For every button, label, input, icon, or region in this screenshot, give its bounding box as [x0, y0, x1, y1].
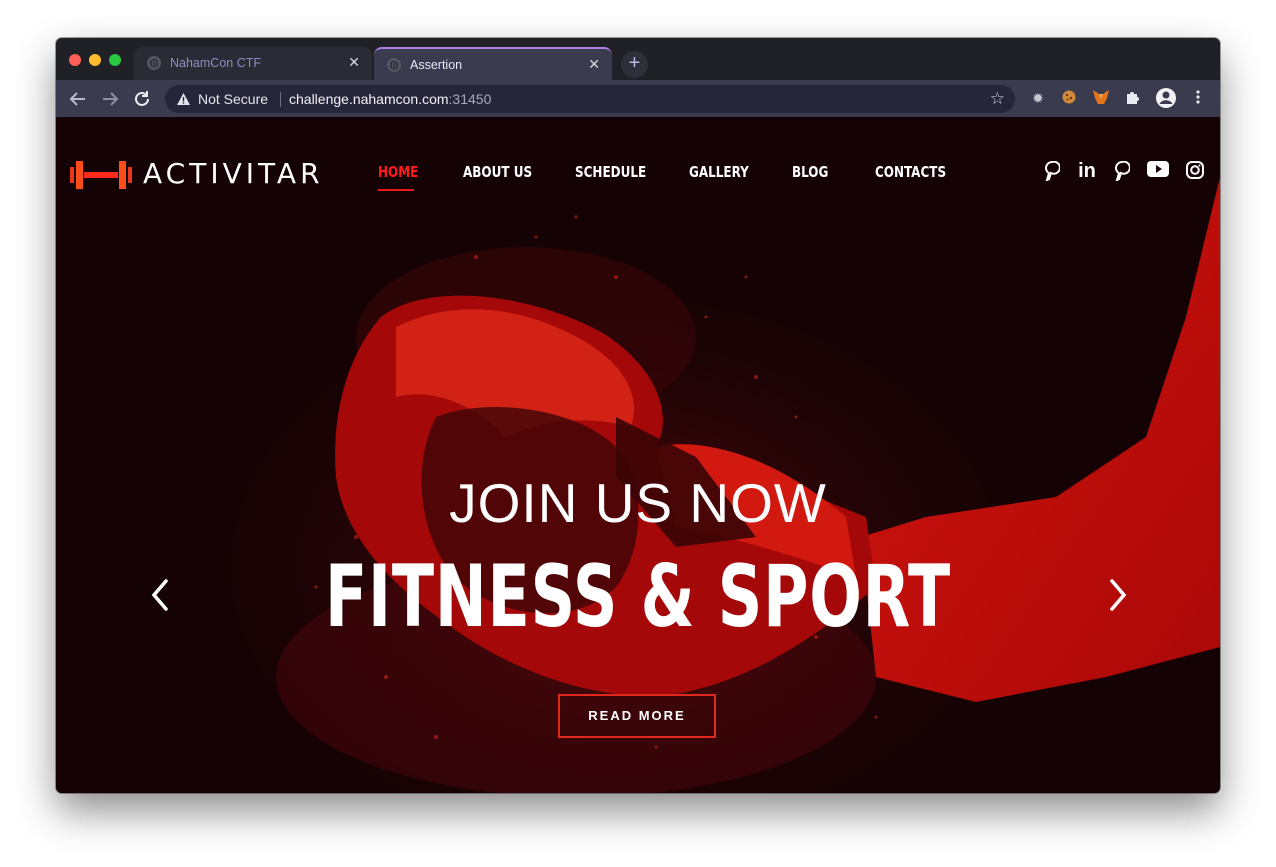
nav-gallery[interactable]: GALLERY: [689, 163, 749, 181]
url-host: challenge.nahamcon.com: [289, 91, 449, 107]
browser-toolbar: Not Secure challenge.nahamcon.com:31450 …: [56, 80, 1220, 117]
address-bar[interactable]: Not Secure challenge.nahamcon.com:31450 …: [165, 85, 1015, 113]
url-text[interactable]: challenge.nahamcon.com:31450: [289, 91, 491, 107]
close-window-button[interactable]: [69, 54, 81, 66]
browser-window: ◍ NahamCon CTF ✕ ◍ Assertion ✕ + Not Sec…: [56, 38, 1220, 793]
close-tab-icon[interactable]: ✕: [348, 54, 360, 70]
hero-subtitle: JOIN US NOW: [449, 472, 827, 534]
separator: [280, 92, 281, 107]
tab-title: NahamCon CTF: [170, 56, 261, 70]
back-icon[interactable]: [66, 87, 90, 111]
extensions-puzzle-icon[interactable]: [1124, 89, 1142, 107]
bookmark-star-icon[interactable]: ☆: [990, 89, 1005, 109]
nav-home[interactable]: HOME: [378, 163, 418, 181]
dumbbell-logo-icon: [70, 161, 132, 189]
hero-title: FITNESS & SPORT: [324, 547, 952, 647]
globe-icon: ◍: [387, 58, 401, 72]
web-page: ACTIVITAR HOME ABOUT US SCHEDULE GALLERY…: [56, 117, 1220, 793]
metamask-fox-icon[interactable]: [1092, 89, 1110, 107]
warning-icon: [177, 93, 190, 105]
linkedin-icon[interactable]: in: [1076, 161, 1098, 181]
tab-assertion[interactable]: ◍ Assertion ✕: [374, 47, 612, 80]
url-port: :31450: [448, 91, 492, 107]
forward-icon[interactable]: [98, 87, 122, 111]
tab-nahamcon-ctf[interactable]: ◍ NahamCon CTF ✕: [134, 47, 372, 80]
cookie-icon[interactable]: [1060, 89, 1078, 107]
carousel-next-icon[interactable]: [1102, 577, 1132, 613]
nav-contacts[interactable]: CONTACTS: [875, 163, 946, 181]
nav-schedule[interactable]: SCHEDULE: [575, 163, 646, 181]
profile-icon[interactable]: [1155, 87, 1177, 109]
globe-icon: ◍: [147, 56, 161, 70]
minimize-window-button[interactable]: [89, 54, 101, 66]
carousel-prev-icon[interactable]: [146, 577, 176, 613]
close-tab-icon[interactable]: ✕: [588, 56, 600, 72]
nav-about-us[interactable]: ABOUT US: [463, 163, 532, 181]
nav-active-indicator: [378, 189, 414, 191]
maximize-window-button[interactable]: [109, 54, 121, 66]
security-status[interactable]: Not Secure: [198, 91, 268, 107]
hero-background-image: [56, 117, 1220, 793]
instagram-icon[interactable]: [1184, 161, 1206, 183]
nav-blog[interactable]: BLOG: [792, 163, 828, 181]
reload-icon[interactable]: [130, 87, 154, 111]
new-tab-button[interactable]: +: [621, 51, 648, 78]
tab-strip: ◍ NahamCon CTF ✕ ◍ Assertion ✕ +: [56, 38, 1220, 80]
pinterest-icon[interactable]: [1112, 160, 1132, 185]
youtube-icon[interactable]: [1146, 161, 1170, 181]
read-more-button[interactable]: READ MORE: [558, 694, 716, 738]
settings-gear-icon[interactable]: ✹: [1029, 89, 1047, 107]
brand-name[interactable]: ACTIVITAR: [143, 157, 324, 190]
pinterest-icon[interactable]: [1042, 160, 1062, 185]
tab-title: Assertion: [410, 58, 463, 72]
kebab-menu-icon[interactable]: [1189, 89, 1207, 107]
